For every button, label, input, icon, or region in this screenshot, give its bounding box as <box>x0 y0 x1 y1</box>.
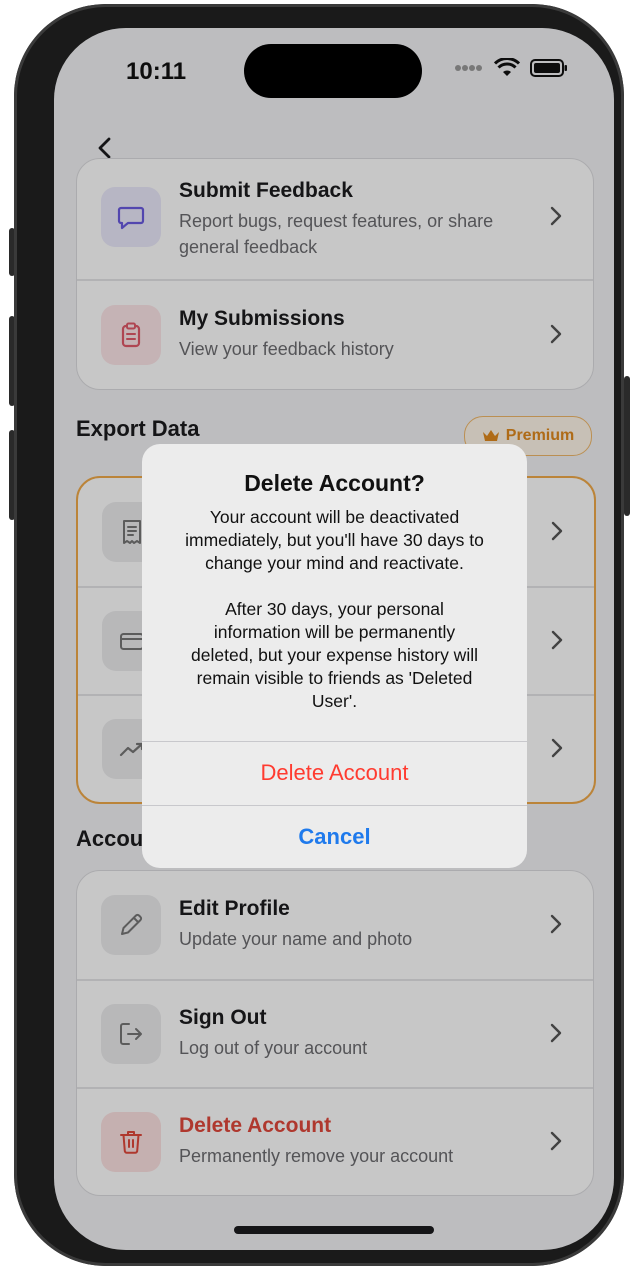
alert-message-line: immediately, but you'll have 30 days to <box>185 530 484 550</box>
alert-message: Your account will be deactivated immedia… <box>162 506 507 713</box>
alert-message-line: Your account will be deactivated <box>209 507 460 527</box>
phone-frame: 10:11 Submit Feedback Report bugs, reque… <box>14 4 624 1266</box>
alert-message-line: User'. <box>311 691 358 711</box>
alert-message-line: information will be permanently <box>213 622 456 642</box>
screen: 10:11 Submit Feedback Report bugs, reque… <box>54 28 614 1250</box>
alert-message-line: deleted, but your expense history will <box>191 645 478 665</box>
alert-title: Delete Account? <box>244 470 425 496</box>
delete-account-button[interactable]: Delete Account <box>142 742 527 804</box>
alert-message-line: remain visible to friends as 'Deleted <box>196 668 473 688</box>
delete-account-alert: Delete Account? Your account will be dea… <box>142 444 527 868</box>
alert-message-line: change your mind and reactivate. <box>205 553 464 573</box>
cancel-button[interactable]: Cancel <box>142 806 527 868</box>
alert-message-spacer <box>162 575 507 598</box>
alert-message-line: After 30 days, your personal <box>225 599 444 619</box>
